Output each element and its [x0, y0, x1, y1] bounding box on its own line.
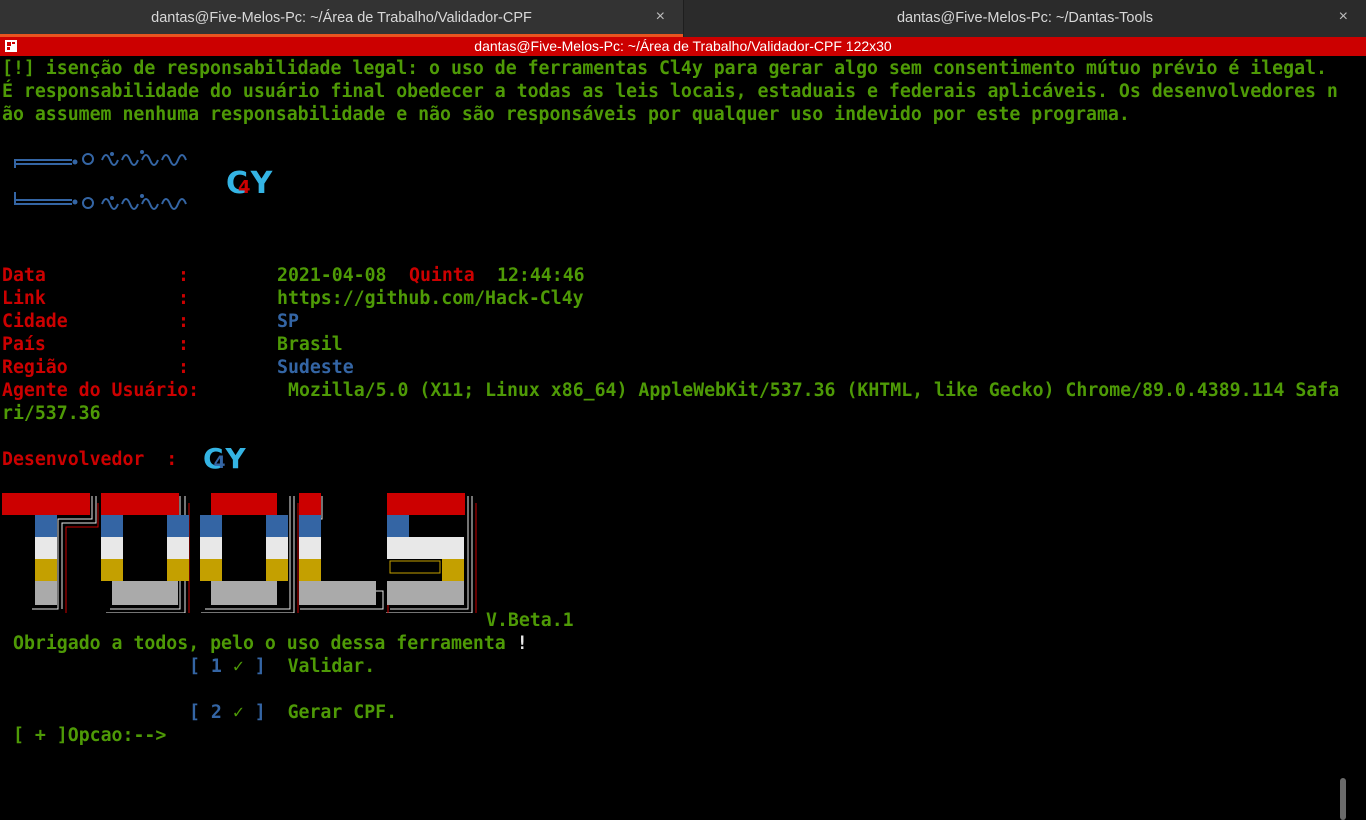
info-label: Cidade: [2, 311, 68, 332]
tab-title: dantas@Five-Melos-Pc: ~/Dantas-Tools: [896, 10, 1154, 26]
close-tab-icon[interactable]: ×: [656, 8, 665, 26]
info-label: Região: [2, 357, 68, 378]
menu-option-gerar-cpf[interactable]: [ 2 ✓ ] Gerar CPF.: [189, 701, 397, 724]
tab-dantas-tools[interactable]: dantas@Five-Melos-Pc: ~/Dantas-Tools ×: [683, 0, 1366, 37]
info-label: Link: [2, 288, 46, 309]
cl4y-logo: C4Y: [226, 166, 273, 201]
terminal-title-strip: dantas@Five-Melos-Pc: ~/Área de Trabalho…: [0, 37, 1366, 56]
info-separator: :: [178, 265, 189, 286]
tab-bar: dantas@Five-Melos-Pc: ~/Área de Trabalho…: [0, 0, 1366, 37]
tools-ascii-art: [2, 493, 477, 613]
info-label: Agente do Usuário:: [2, 380, 200, 401]
disclaimer-line: ão assumem nenhuma responsabilidade e nã…: [2, 104, 1130, 125]
info-separator: :: [178, 311, 189, 332]
terminal-area[interactable]: [!] isenção de responsabilidade legal: o…: [0, 56, 1352, 820]
info-time: 12:44:46: [497, 265, 585, 286]
info-user-agent-cont: ri/537.36: [2, 403, 101, 424]
command-prompt[interactable]: [ + ]Opcao:-->: [13, 724, 166, 747]
info-label: País: [2, 334, 46, 355]
close-tab-icon[interactable]: ×: [1339, 8, 1348, 26]
info-separator: :: [178, 357, 189, 378]
info-user-agent: Mozilla/5.0 (X11; Linux x86_64) AppleWeb…: [288, 380, 1340, 401]
tab-validador-cpf[interactable]: dantas@Five-Melos-Pc: ~/Área de Trabalho…: [0, 0, 683, 37]
info-date: 2021-04-08: [277, 265, 387, 286]
info-cidade: SP: [277, 311, 299, 332]
developer-cl4y-logo: C4Y: [203, 442, 246, 475]
scrollbar-thumb[interactable]: [1340, 778, 1346, 820]
info-weekday: Quinta: [409, 265, 475, 286]
tools-version: V.Beta.1: [486, 610, 574, 631]
disclaimer-line: É responsabilidade do usuário final obed…: [2, 81, 1338, 102]
info-regiao: Sudeste: [277, 357, 354, 378]
info-label: Data: [2, 265, 46, 286]
info-pais: Brasil: [277, 334, 343, 355]
circuit-decoration: [14, 150, 187, 210]
info-separator: :: [178, 334, 189, 355]
window-title: dantas@Five-Melos-Pc: ~/Área de Trabalho…: [474, 38, 892, 54]
info-link[interactable]: https://github.com/Hack-Cl4y: [277, 287, 584, 310]
disclaimer-line: [!] isenção de responsabilidade legal: o…: [2, 58, 1327, 79]
menu-option-validar[interactable]: [ 1 ✓ ] Validar.: [189, 655, 375, 678]
info-separator: :: [178, 288, 189, 309]
thanks-message: Obrigado a todos, pelo o uso dessa ferra…: [13, 633, 528, 654]
tab-title: dantas@Five-Melos-Pc: ~/Área de Trabalho…: [151, 10, 532, 26]
developer-label: Desenvolvedor :: [2, 449, 178, 470]
